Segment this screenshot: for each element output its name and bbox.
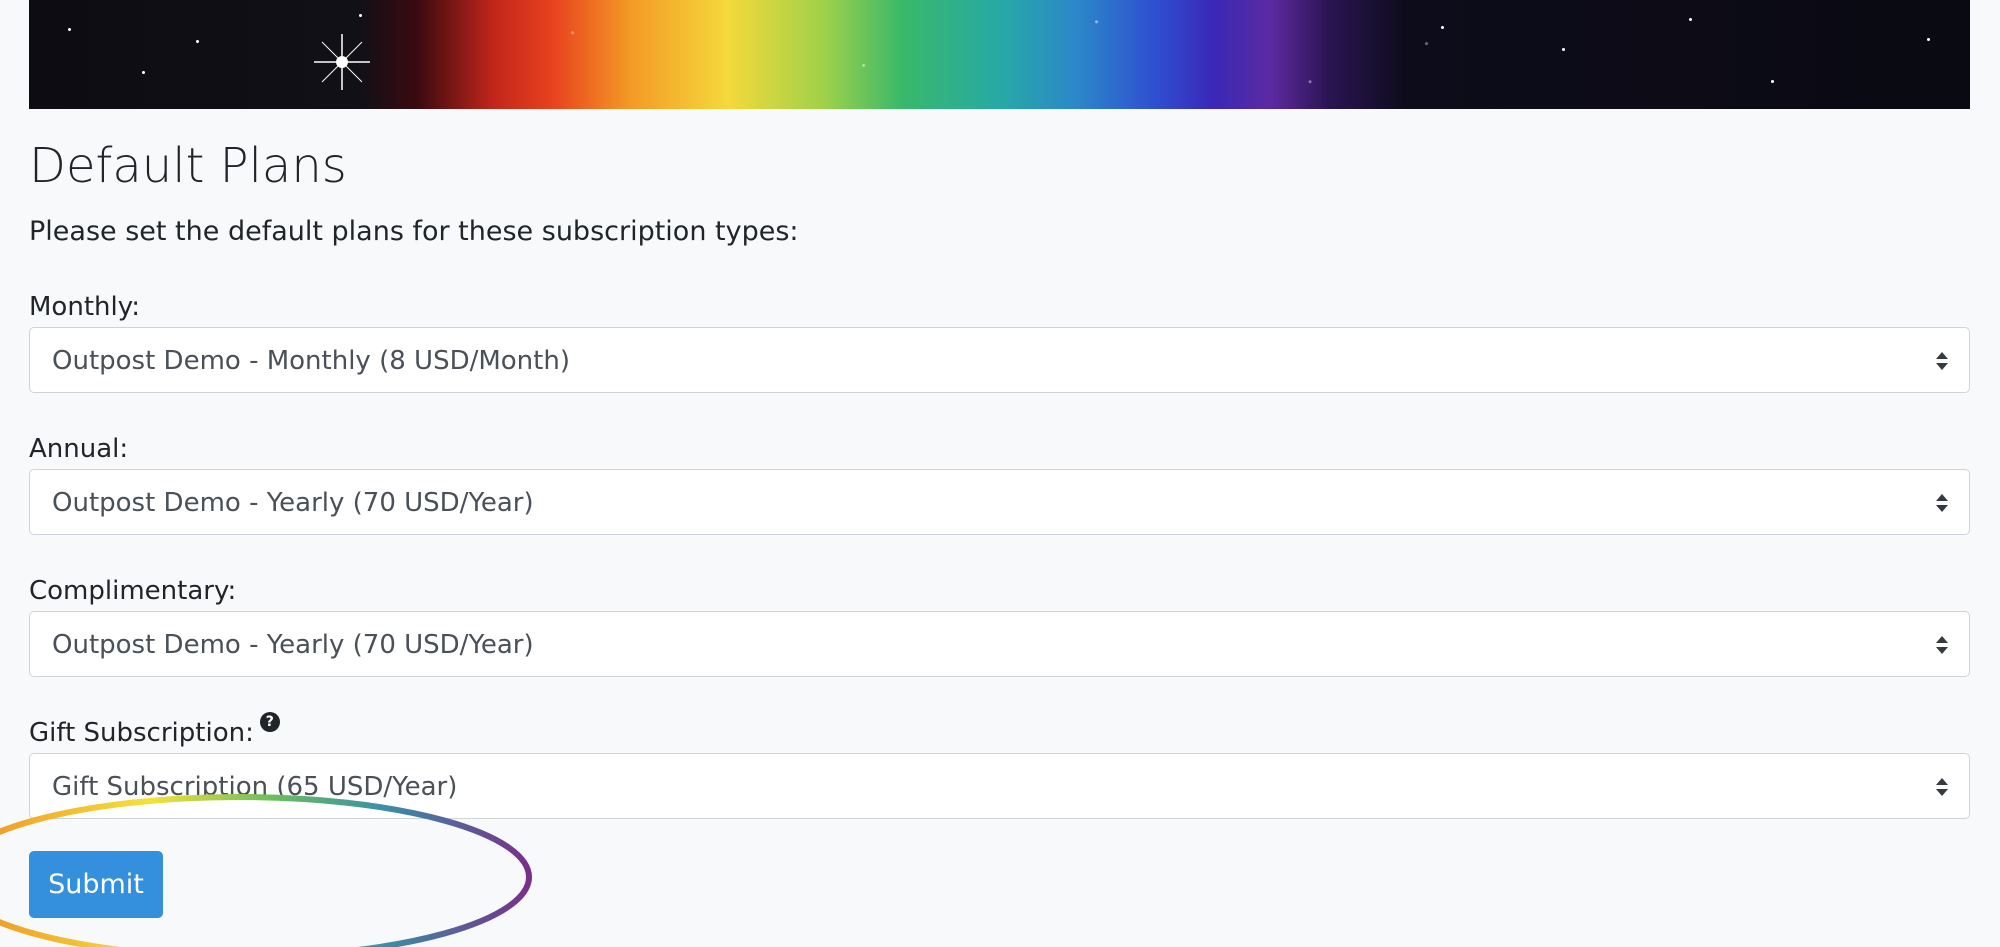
star-dot [142,71,145,74]
complimentary-label: Complimentary: [29,574,236,608]
star-dot [1689,18,1692,21]
gift-subscription-label: Gift Subscription:? [29,712,280,750]
select-caret-icon [1936,352,1948,370]
monthly-label: Monthly: [29,290,140,324]
star-dot [68,28,71,31]
select-caret-icon [1936,778,1948,796]
complimentary-plan-value: Outpost Demo - Yearly (70 USD/Year) [52,630,534,660]
rainbow-banner-image [29,0,1970,109]
annual-label-text: Annual: [29,434,129,464]
star-dot [359,14,362,17]
monthly-plan-select[interactable]: Outpost Demo - Monthly (8 USD/Month) [29,327,1970,393]
star-dot [1441,26,1444,29]
submit-button[interactable]: Submit [29,851,163,918]
question-circle-icon[interactable]: ? [259,712,280,732]
star-dot [1771,80,1774,83]
star-sparkle-icon [314,34,370,90]
star-dot [1562,48,1565,51]
annual-plan-value: Outpost Demo - Yearly (70 USD/Year) [52,488,534,518]
annual-label: Annual: [29,432,128,466]
gift-subscription-label-text: Gift Subscription: [29,718,254,748]
complimentary-label-text: Complimentary: [29,576,237,606]
monthly-plan-value: Outpost Demo - Monthly (8 USD/Month) [52,346,570,376]
star-dot [196,40,199,43]
select-caret-icon [1936,636,1948,654]
select-caret-icon [1936,494,1948,512]
gift-subscription-plan-value: Gift Subscription (65 USD/Year) [52,772,458,802]
annual-plan-select[interactable]: Outpost Demo - Yearly (70 USD/Year) [29,469,1970,535]
complimentary-plan-select[interactable]: Outpost Demo - Yearly (70 USD/Year) [29,611,1970,677]
star-dot [1927,38,1930,41]
gift-subscription-plan-select[interactable]: Gift Subscription (65 USD/Year) [29,753,1970,819]
monthly-label-text: Monthly: [29,292,140,322]
intro-text: Please set the default plans for these s… [29,216,799,247]
page-title: Default Plans [29,138,347,194]
page: Default Plans Please set the default pla… [0,0,2000,947]
